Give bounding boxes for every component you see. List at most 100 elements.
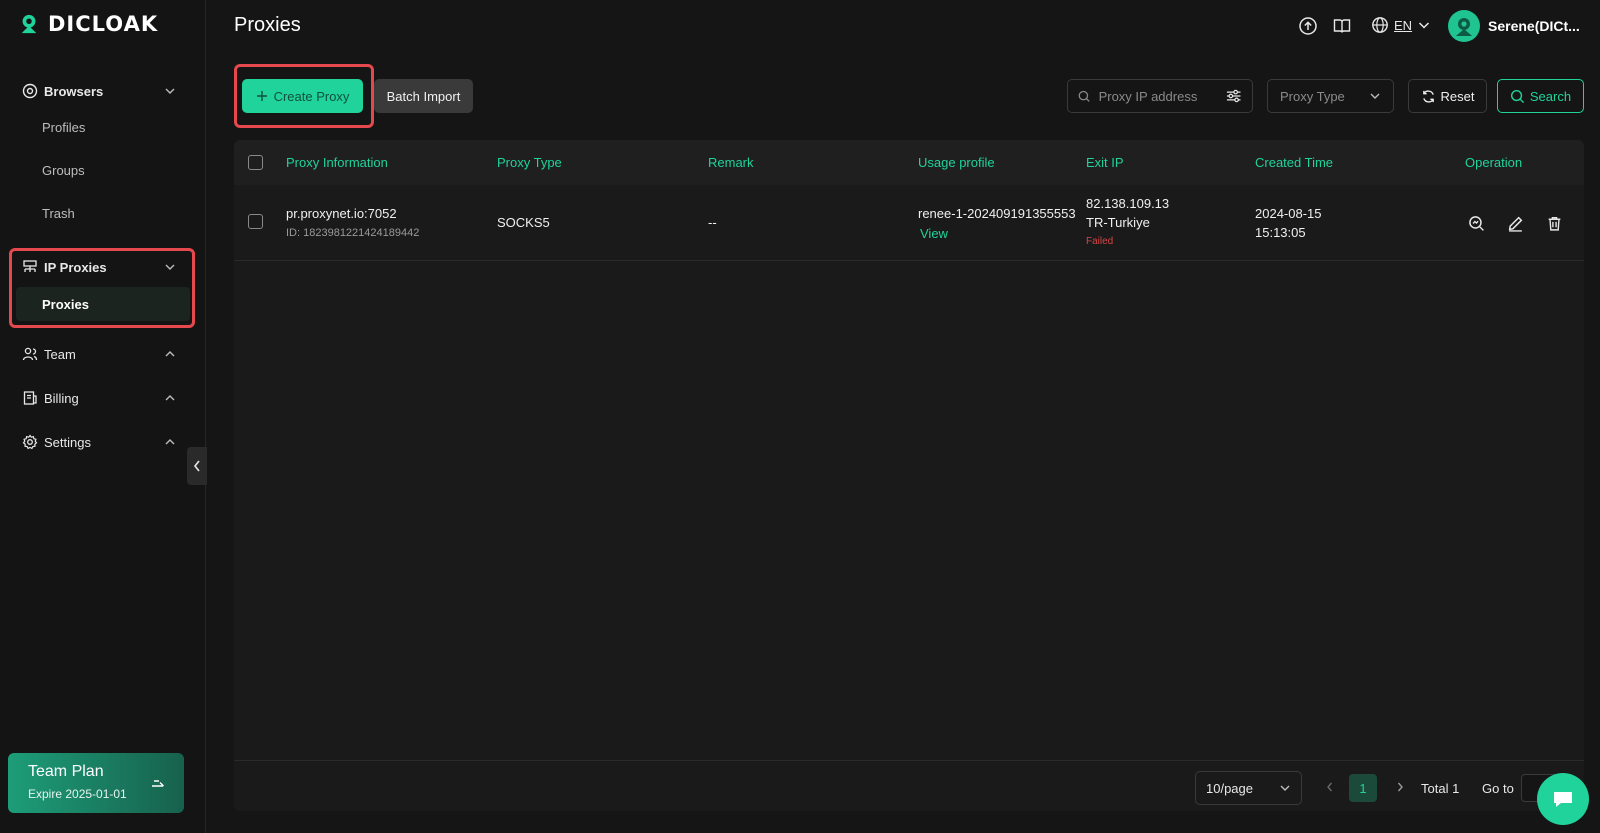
batch-import-button[interactable]: Batch Import [374,79,473,113]
nav-item-trash-label: Trash [42,205,75,221]
column-header[interactable]: Usage profile [918,155,995,170]
chevron-up-icon [165,395,175,401]
nav-group-team: Team [12,337,194,371]
nav-browsers-label: Browsers [44,83,104,99]
nav-group-billing: Billing [12,381,194,415]
created-time: 15:13:05 [1255,225,1306,240]
plan-expire: Expire 2025-01-01 [28,787,127,801]
column-header[interactable]: Remark [708,155,754,170]
exit-ip: 82.138.109.13 [1086,196,1170,211]
pagination: 10/page 1 Total 1 Go to [234,760,1584,811]
arrow-right-icon [152,780,164,787]
chevron-left-icon [193,460,200,472]
nav-team[interactable]: Team [12,337,194,371]
nav-settings[interactable]: Settings [12,425,194,459]
view-link[interactable]: View [920,226,948,241]
nav-item-proxies-label: Proxies [42,296,89,312]
plan-title: Team Plan [28,763,104,780]
search-icon [1078,90,1090,102]
chevron-down-icon [165,88,175,94]
row-checkbox[interactable] [248,214,263,229]
zoom-search-icon [1469,216,1484,231]
user-avatar-icon [1456,18,1472,36]
edit-proxy-button[interactable] [1507,215,1524,232]
chevron-right-icon [1397,782,1403,792]
nav-ip-proxies[interactable]: IP Proxies [12,250,194,284]
check-proxy-button[interactable] [1468,215,1485,232]
exit-country: TR-Turkiye [1086,215,1150,230]
table-header: Proxy Information Proxy Type Remark Usag… [234,140,1584,185]
nav-team-label: Team [44,346,76,362]
language-label: EN [1394,17,1413,33]
page-title: Proxies [234,14,301,36]
next-page-button[interactable] [1395,781,1405,793]
nav-item-trash[interactable]: Trash [12,196,194,230]
proxy-type-select[interactable]: Proxy Type [1267,79,1394,113]
table-row: pr.proxynet.io:7052 ID: 1823981221424189… [234,185,1584,261]
chevron-up-icon [165,439,175,445]
nav-settings-label: Settings [44,434,91,450]
proxy-ip-input[interactable] [1098,88,1217,104]
globe-icon [1372,17,1388,33]
nav-billing-label: Billing [44,390,79,406]
chevron-left-icon [1327,782,1333,792]
delete-proxy-button[interactable] [1546,215,1563,232]
chevron-down-icon [1419,22,1430,29]
search-button[interactable]: Search [1497,79,1584,113]
avatar[interactable] [1448,10,1480,42]
nav-group-ip-proxies: IP Proxies Proxies [12,250,194,321]
chevron-down-icon [165,264,175,270]
nav-billing[interactable]: Billing [12,381,194,415]
page-size-value: 10/page [1206,780,1253,796]
prev-page-button[interactable] [1325,781,1335,793]
filter-sliders-icon[interactable] [1225,87,1242,105]
column-header[interactable]: Exit IP [1086,155,1124,170]
support-chat-button[interactable] [1537,773,1589,825]
proxy-remark: -- [708,215,717,230]
dicloak-logo-icon [21,14,37,34]
sidebar-collapse-button[interactable] [187,447,207,485]
create-proxy-label: Create Proxy [273,88,350,104]
plus-icon [256,91,267,101]
username[interactable]: Serene(DICt... [1488,18,1580,34]
column-header[interactable]: Proxy Type [497,155,562,170]
language-selector[interactable]: EN [1371,16,1431,34]
proxy-host: pr.proxynet.io:7052 [286,206,397,221]
upload-icon [1299,17,1317,35]
column-header[interactable]: Operation [1465,155,1522,170]
nav-group-browsers: Browsers Profiles Groups Trash [12,74,194,230]
team-icon [22,347,38,361]
reset-label: Reset [1440,88,1475,104]
docs-button[interactable] [1332,16,1352,36]
page-size-select[interactable]: 10/page [1195,771,1302,805]
nav-item-profiles[interactable]: Profiles [12,110,194,144]
nav-item-groups-label: Groups [42,162,85,178]
goto-label: Go to [1482,781,1514,796]
refresh-icon [1422,89,1434,103]
nav-item-groups[interactable]: Groups [12,153,194,187]
nav-browsers[interactable]: Browsers [12,74,194,108]
plan-card[interactable]: Team Plan Expire 2025-01-01 [8,753,184,813]
trash-icon [1548,216,1561,231]
column-header[interactable]: Created Time [1255,155,1333,170]
nav-item-profiles-label: Profiles [42,119,86,135]
search-icon [1510,89,1524,103]
pencil-icon [1508,216,1523,232]
reset-button[interactable]: Reset [1408,79,1487,113]
proxy-table: Proxy Information Proxy Type Remark Usag… [234,140,1584,811]
select-all-checkbox[interactable] [248,155,263,170]
exit-status: Failed [1086,236,1114,247]
page-number-button[interactable]: 1 [1349,774,1377,802]
chrome-icon [22,83,38,99]
brand-name: DICLOAK [48,12,159,36]
column-header[interactable]: Proxy Information [286,155,388,170]
chevron-down-icon [1370,93,1380,99]
search-label: Search [1529,88,1572,104]
create-proxy-button[interactable]: Create Proxy [242,79,363,113]
usage-profile: renee-1-2024091913555532 [918,206,1076,221]
chevron-down-icon [1280,785,1290,791]
created-date: 2024-08-15 [1255,206,1322,221]
logo[interactable]: DICLOAK [18,12,158,36]
nav-item-proxies[interactable]: Proxies [16,287,190,321]
upload-button[interactable] [1298,16,1318,36]
